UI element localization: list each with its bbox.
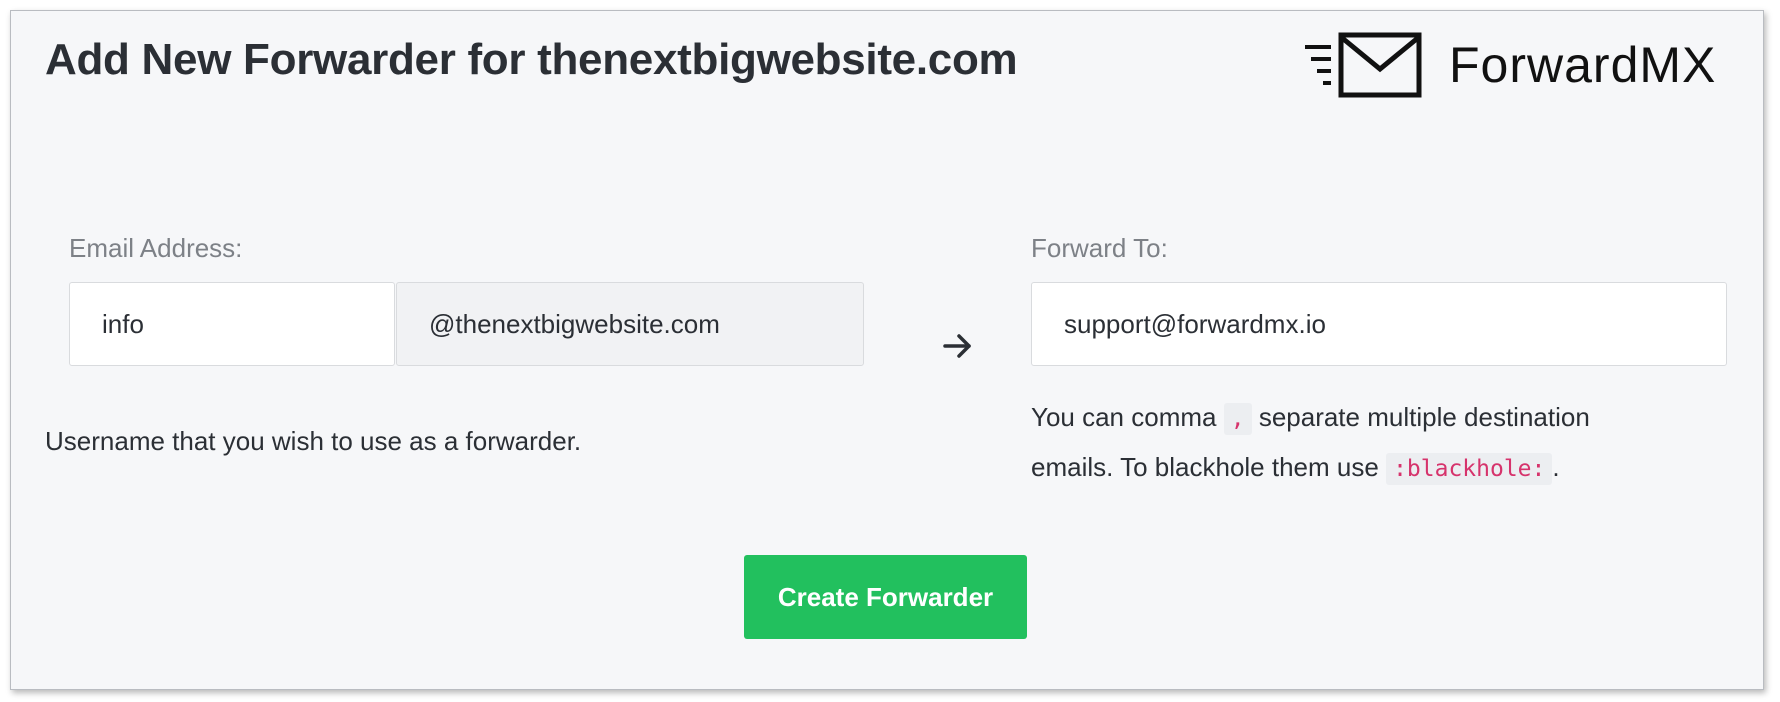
logo-wordmark: ForwardMX [1449, 37, 1717, 93]
create-forwarder-button[interactable]: Create Forwarder [744, 555, 1027, 639]
email-address-label: Email Address: [69, 233, 243, 263]
envelope-speed-icon [1305, 32, 1422, 98]
forward-to-label: Forward To: [1031, 233, 1168, 263]
forward-help-part1: You can comma [1031, 402, 1217, 432]
comma-code: , [1223, 403, 1252, 435]
forward-help-part3: . [1552, 452, 1560, 482]
username-input[interactable]: info [69, 282, 395, 366]
forwardmx-logo: ForwardMX [1301, 29, 1716, 101]
page-title: Add New Forwarder for thenextbigwebsite.… [45, 35, 1018, 84]
arrow-right-icon [943, 334, 971, 358]
domain-suffix: @thenextbigwebsite.com [396, 282, 864, 366]
forward-help-text: You can comma , separate multiple destin… [1031, 393, 1671, 493]
forwarder-panel: Add New Forwarder for thenextbigwebsite.… [10, 10, 1764, 690]
forward-to-input[interactable]: support@forwardmx.io [1031, 282, 1727, 366]
username-help-text: Username that you wish to use as a forwa… [45, 426, 582, 456]
blackhole-code: :blackhole: [1386, 453, 1553, 485]
